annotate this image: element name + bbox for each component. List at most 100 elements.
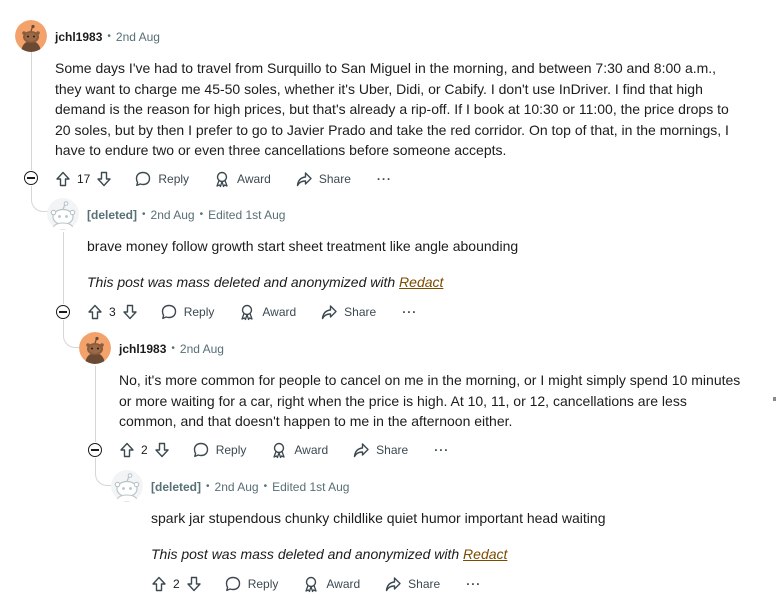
award-icon bbox=[216, 171, 228, 188]
reply-label: Reply bbox=[215, 443, 247, 457]
separator-dot: • bbox=[171, 343, 175, 354]
share-label: Share bbox=[344, 305, 377, 319]
downvote-icon bbox=[97, 171, 112, 187]
author-link: [deleted] bbox=[87, 208, 138, 222]
redact-text: This post was mass deleted and anonymize… bbox=[151, 546, 464, 562]
reply-button[interactable]: Reply bbox=[160, 303, 215, 321]
vote-count: 2 bbox=[141, 443, 148, 457]
share-button[interactable]: Share bbox=[295, 170, 351, 188]
share-icon bbox=[321, 305, 337, 320]
thread-connector bbox=[95, 458, 112, 486]
default-snoo-avatar-icon bbox=[47, 198, 79, 230]
award-button[interactable]: Award bbox=[213, 170, 271, 188]
downvote-button[interactable] bbox=[122, 304, 138, 320]
reply-label: Reply bbox=[158, 172, 190, 186]
share-label: Share bbox=[408, 577, 441, 591]
reply-button[interactable]: Reply bbox=[192, 441, 247, 459]
separator-dot: • bbox=[263, 481, 268, 492]
comment-actions: 2 Reply Award Share ··· bbox=[119, 438, 449, 462]
more-options-icon[interactable]: ··· bbox=[434, 443, 449, 457]
reply-button[interactable]: Reply bbox=[224, 575, 279, 593]
upvote-button[interactable] bbox=[119, 442, 135, 458]
more-options-icon[interactable]: ··· bbox=[466, 577, 481, 591]
award-label: Award bbox=[294, 443, 329, 457]
separator-dot: • bbox=[206, 481, 210, 492]
share-button[interactable]: Share bbox=[384, 575, 440, 593]
upvote-button[interactable] bbox=[87, 304, 103, 320]
share-button[interactable]: Share bbox=[320, 303, 376, 321]
vote-count: 3 bbox=[109, 305, 116, 319]
upvote-button[interactable] bbox=[151, 576, 167, 592]
comment-time[interactable]: 2nd Aug bbox=[180, 341, 224, 357]
comment-actions: 3 Reply Award Share ··· bbox=[87, 300, 417, 324]
thread-connector bbox=[63, 320, 80, 348]
award-icon bbox=[273, 442, 286, 459]
share-label: Share bbox=[318, 172, 351, 186]
vote-count: 2 bbox=[173, 577, 180, 591]
default-snoo-avatar-icon bbox=[111, 470, 143, 502]
avatar[interactable] bbox=[111, 470, 143, 502]
reply-label: Reply bbox=[183, 305, 215, 319]
downvote-icon bbox=[186, 576, 201, 592]
collapse-thread-button[interactable] bbox=[56, 305, 70, 319]
avatar[interactable] bbox=[15, 20, 47, 52]
comment-bubble-icon bbox=[193, 442, 208, 458]
comment-body: brave money follow growth start sheet tr… bbox=[87, 238, 519, 254]
author-link: [deleted] bbox=[151, 480, 202, 494]
share-icon bbox=[296, 172, 312, 187]
upvote-icon bbox=[56, 171, 70, 187]
redact-note: This post was mass deleted and anonymize… bbox=[87, 272, 443, 292]
avatar[interactable] bbox=[47, 198, 79, 230]
share-icon bbox=[385, 577, 401, 592]
comment-time[interactable]: 2nd Aug bbox=[116, 29, 160, 45]
reply-label: Reply bbox=[247, 577, 279, 591]
comment-actions: 2 Reply Award Share ··· bbox=[151, 572, 481, 596]
downvote-button[interactable] bbox=[186, 576, 202, 592]
avatar[interactable] bbox=[79, 332, 111, 364]
comment-body: No, it's more common for people to cance… bbox=[119, 372, 741, 429]
snoo-avatar-icon bbox=[15, 20, 47, 52]
downvote-button[interactable] bbox=[96, 171, 112, 187]
comment-time[interactable]: 2nd Aug bbox=[215, 479, 259, 495]
separator-dot: • bbox=[107, 31, 111, 42]
upvote-button[interactable] bbox=[55, 171, 71, 187]
thread-connector bbox=[31, 186, 48, 212]
share-button[interactable]: Share bbox=[352, 441, 408, 459]
thread-line bbox=[95, 366, 96, 442]
reply-button[interactable]: Reply bbox=[134, 170, 189, 188]
award-icon bbox=[305, 576, 318, 593]
comment-time[interactable]: 2nd Aug bbox=[151, 207, 195, 223]
comment-bubble-icon bbox=[136, 171, 151, 187]
snoo-avatar-icon bbox=[79, 332, 111, 364]
author-link[interactable]: jchl1983 bbox=[119, 341, 166, 357]
comment-meta: jchl1983 • 2nd Aug bbox=[119, 341, 224, 357]
separator-dot: • bbox=[199, 209, 204, 220]
comment-actions: 17 Reply Award Share ··· bbox=[55, 167, 392, 191]
award-button[interactable]: Award bbox=[270, 441, 328, 459]
comment-bubble-icon bbox=[225, 576, 240, 592]
redact-link[interactable]: Redact bbox=[463, 546, 507, 562]
award-label: Award bbox=[326, 577, 361, 591]
downvote-button[interactable] bbox=[154, 442, 170, 458]
collapse-thread-button[interactable] bbox=[24, 171, 38, 185]
award-button[interactable]: Award bbox=[238, 303, 296, 321]
author-link[interactable]: jchl1983 bbox=[55, 29, 102, 45]
share-icon bbox=[353, 443, 369, 458]
comment-meta: [deleted] • 2nd Aug • Edited 1st Aug bbox=[87, 207, 285, 223]
thread-line bbox=[63, 232, 64, 304]
collapse-thread-button[interactable] bbox=[88, 443, 102, 457]
upvote-icon bbox=[152, 576, 166, 592]
comment-bubble-icon bbox=[161, 304, 176, 320]
vote-count: 17 bbox=[77, 172, 91, 186]
award-button[interactable]: Award bbox=[302, 575, 360, 593]
redact-note: This post was mass deleted and anonymize… bbox=[151, 544, 507, 564]
more-options-icon[interactable]: ··· bbox=[402, 305, 417, 319]
redact-link[interactable]: Redact bbox=[399, 274, 443, 290]
award-label: Award bbox=[237, 172, 271, 186]
thread-line bbox=[31, 52, 32, 170]
separator-dot: • bbox=[142, 209, 146, 220]
more-options-icon[interactable]: ··· bbox=[377, 172, 392, 186]
comment-meta: [deleted] • 2nd Aug • Edited 1st Aug bbox=[151, 479, 349, 495]
award-icon bbox=[241, 304, 254, 321]
upvote-icon bbox=[88, 304, 102, 320]
